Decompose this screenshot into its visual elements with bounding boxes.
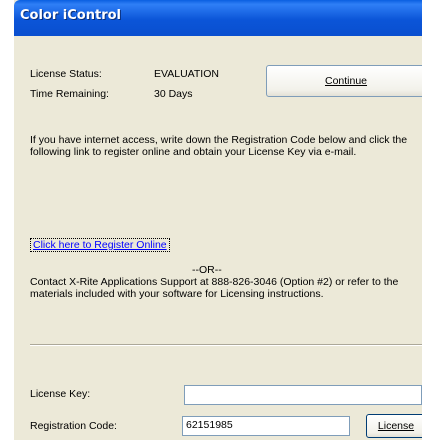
license-dialog: Color iControl License Status: EVALUATIO… xyxy=(14,0,422,440)
window-title: Color iControl xyxy=(20,8,121,23)
contact-support-text: Contact X-Rite Applications Support at 8… xyxy=(30,276,399,300)
continue-button-label: Continue xyxy=(324,75,368,87)
divider xyxy=(30,344,422,346)
license-status-label: License Status: xyxy=(30,68,102,80)
continue-button[interactable]: Continue xyxy=(266,65,422,97)
register-online-link[interactable]: Click here to Register Online xyxy=(30,238,170,252)
instructions-text: If you have internet access, write down … xyxy=(30,134,408,158)
license-key-input[interactable] xyxy=(184,385,422,405)
time-remaining-label: Time Remaining: xyxy=(30,88,109,100)
registration-code-label: Registration Code: xyxy=(30,420,117,432)
title-bar[interactable]: Color iControl xyxy=(14,0,422,36)
license-status-value: EVALUATION xyxy=(154,68,219,80)
license-key-label: License Key: xyxy=(30,388,91,400)
license-button[interactable]: License xyxy=(366,414,422,438)
license-button-label: License xyxy=(377,420,415,432)
or-separator: --OR-- xyxy=(192,264,222,276)
time-remaining-value: 30 Days xyxy=(154,88,193,100)
registration-code-field[interactable]: 62151985 xyxy=(182,416,350,436)
